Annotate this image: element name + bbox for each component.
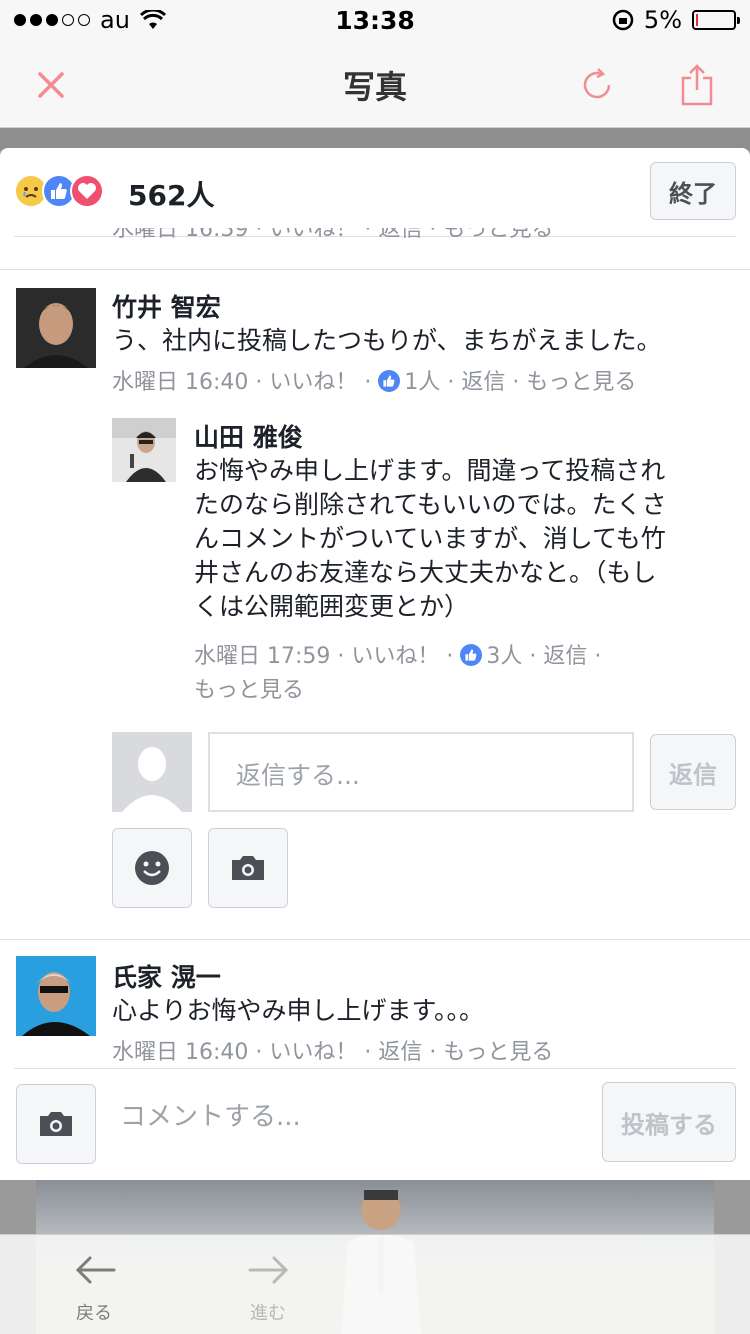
background-gap bbox=[0, 128, 750, 150]
rotation-lock-icon bbox=[612, 9, 634, 31]
back-button[interactable]: 戻る bbox=[34, 1235, 154, 1334]
love-reaction-icon bbox=[70, 174, 104, 208]
comment-meta: 水曜日 16:40 · いいね！ · 返信 · もっと見る bbox=[112, 1040, 554, 1065]
share-button[interactable] bbox=[672, 60, 722, 110]
reply-link[interactable]: 返信 bbox=[461, 370, 505, 395]
like-link[interactable]: いいね！ bbox=[269, 370, 357, 395]
comment-author[interactable]: 山田 雅俊 bbox=[194, 418, 303, 454]
back-label: 戻る bbox=[76, 1303, 112, 1324]
more-link[interactable]: もっと見る bbox=[443, 1040, 553, 1065]
emoji-icon bbox=[135, 851, 169, 885]
camera-icon bbox=[40, 1112, 72, 1136]
comment-text: 心よりお悔やみ申し上げます。。。 bbox=[112, 996, 485, 1025]
comment-text: お悔やみ申し上げます。間違って投稿され たのなら削除されてもいいのでは。たくさ … bbox=[194, 456, 667, 621]
comment-divider bbox=[0, 269, 750, 270]
comment-time: 水曜日 17:59 bbox=[194, 644, 331, 669]
comment-meta: 水曜日 16:40 · いいね！ · 1人 · 返信 · もっと見る bbox=[112, 370, 637, 395]
comment-time: 水曜日 16:40 bbox=[112, 1040, 249, 1065]
back-arrow-icon bbox=[75, 1256, 116, 1284]
like-badge-icon bbox=[460, 644, 483, 666]
like-count[interactable]: 3人 bbox=[486, 644, 522, 669]
like-count[interactable]: 1人 bbox=[404, 370, 440, 395]
browser-toolbar: 戻る 進む bbox=[0, 1234, 750, 1334]
post-button[interactable]: 投稿する bbox=[602, 1082, 736, 1162]
refresh-icon bbox=[583, 68, 611, 99]
comment-author[interactable]: 氏家 滉一 bbox=[112, 958, 221, 994]
like-link[interactable]: いいね！ bbox=[269, 1040, 357, 1065]
avatar[interactable] bbox=[16, 956, 96, 1036]
comment-author[interactable]: 竹井 智宏 bbox=[112, 288, 221, 324]
battery-icon bbox=[692, 10, 740, 30]
comment-text: う、社内に投稿したつもりが、まちがえました。 bbox=[112, 326, 662, 355]
comment-meta: 水曜日 17:59 · いいね！ · 3人 · 返信 · もっと見る bbox=[194, 644, 602, 703]
emoji-button[interactable] bbox=[112, 828, 192, 908]
camera-icon bbox=[232, 856, 264, 880]
current-user-avatar bbox=[112, 732, 192, 812]
reactions-header: 562人 終了 bbox=[0, 148, 750, 238]
forward-label: 進む bbox=[250, 1303, 286, 1324]
reaction-icons[interactable] bbox=[14, 174, 104, 208]
status-bar: au 13:38 5% bbox=[0, 0, 750, 40]
page-title: 写真 bbox=[342, 68, 407, 106]
comment-input[interactable]: コメントする... bbox=[120, 1096, 301, 1133]
reaction-count[interactable]: 562人 bbox=[128, 174, 214, 214]
share-icon bbox=[681, 64, 713, 106]
forward-arrow-icon bbox=[248, 1256, 289, 1284]
comment-divider bbox=[0, 939, 750, 940]
forward-button[interactable]: 進む bbox=[208, 1235, 328, 1334]
more-link[interactable]: もっと見る bbox=[194, 678, 304, 703]
comments-sheet: 562人 終了 水曜日 16:39 · いいね！ · 返信 · もっと見る 竹井… bbox=[0, 148, 750, 1180]
photo-button[interactable] bbox=[208, 828, 288, 908]
like-badge-icon bbox=[378, 370, 401, 392]
more-link[interactable]: もっと見る bbox=[526, 370, 636, 395]
refresh-button[interactable] bbox=[572, 60, 622, 110]
reply-input[interactable]: 返信する... bbox=[208, 732, 634, 812]
partial-comment-meta: 水曜日 16:39 · いいね！ · 返信 · もっと見る bbox=[112, 228, 554, 242]
composer-photo-button[interactable] bbox=[16, 1084, 96, 1164]
reply-submit-button[interactable]: 返信 bbox=[650, 734, 736, 810]
avatar[interactable] bbox=[16, 288, 96, 368]
done-button[interactable]: 終了 bbox=[650, 162, 736, 220]
comment-time: 水曜日 16:40 bbox=[112, 370, 249, 395]
nav-bar: 写真 bbox=[0, 40, 750, 128]
comment-composer: コメントする... 投稿する bbox=[0, 1068, 750, 1180]
reply-link[interactable]: 返信 bbox=[378, 1040, 422, 1065]
avatar[interactable] bbox=[112, 418, 176, 482]
reply-link[interactable]: 返信 bbox=[543, 644, 587, 669]
like-link[interactable]: いいね！ bbox=[351, 644, 439, 669]
battery-percent: 5% bbox=[643, 6, 682, 34]
composer-divider bbox=[14, 1068, 736, 1069]
